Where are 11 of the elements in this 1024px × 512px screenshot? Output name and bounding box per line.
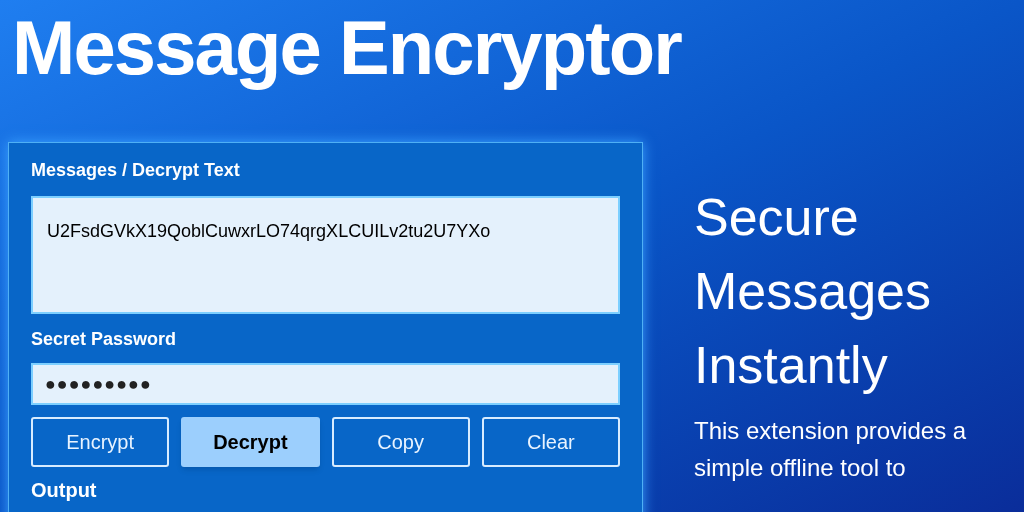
hero-heading: Secure Messages Instantly (694, 187, 932, 396)
output-label: Output (31, 478, 97, 503)
password-field[interactable]: ●●●●●●●●● (31, 363, 620, 405)
action-button[interactable]: Clear (481, 417, 620, 467)
action-button[interactable]: Encrypt (31, 417, 170, 467)
password-label: Secret Password (31, 328, 177, 351)
message-textarea[interactable]: U2FsdGVkX19QoblCuwxrLO74qrgXLCUILv2tu2U7YXo (31, 196, 620, 314)
action-button[interactable]: Decrypt (181, 417, 320, 467)
hero-description: This extension provides a simple offline tool to (694, 416, 968, 483)
action-button[interactable]: Copy (331, 417, 470, 467)
message-label: Messages / Decrypt Text (31, 159, 240, 182)
